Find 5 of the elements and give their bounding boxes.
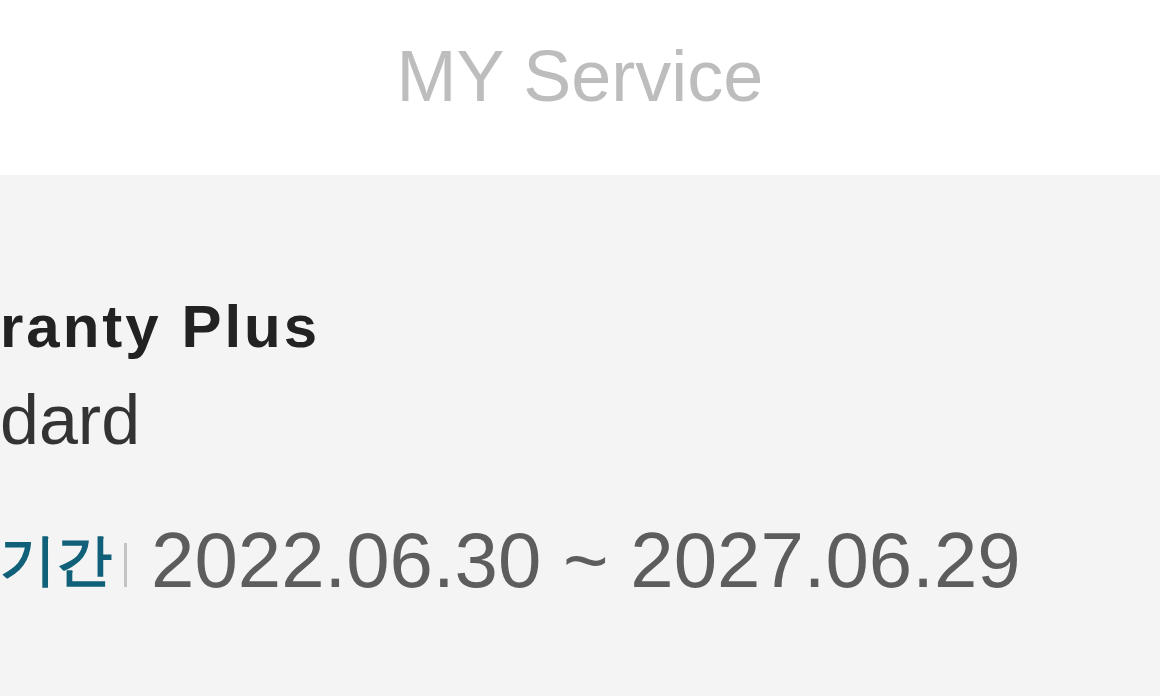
page-title: MY Service xyxy=(396,40,764,112)
product-name: ranty Plus xyxy=(0,297,322,357)
period-dates: 2022.06.30 ~ 2027.06.29 xyxy=(151,521,1021,599)
product-grade: dard xyxy=(0,385,142,455)
period-label: 기간 xyxy=(0,532,112,588)
